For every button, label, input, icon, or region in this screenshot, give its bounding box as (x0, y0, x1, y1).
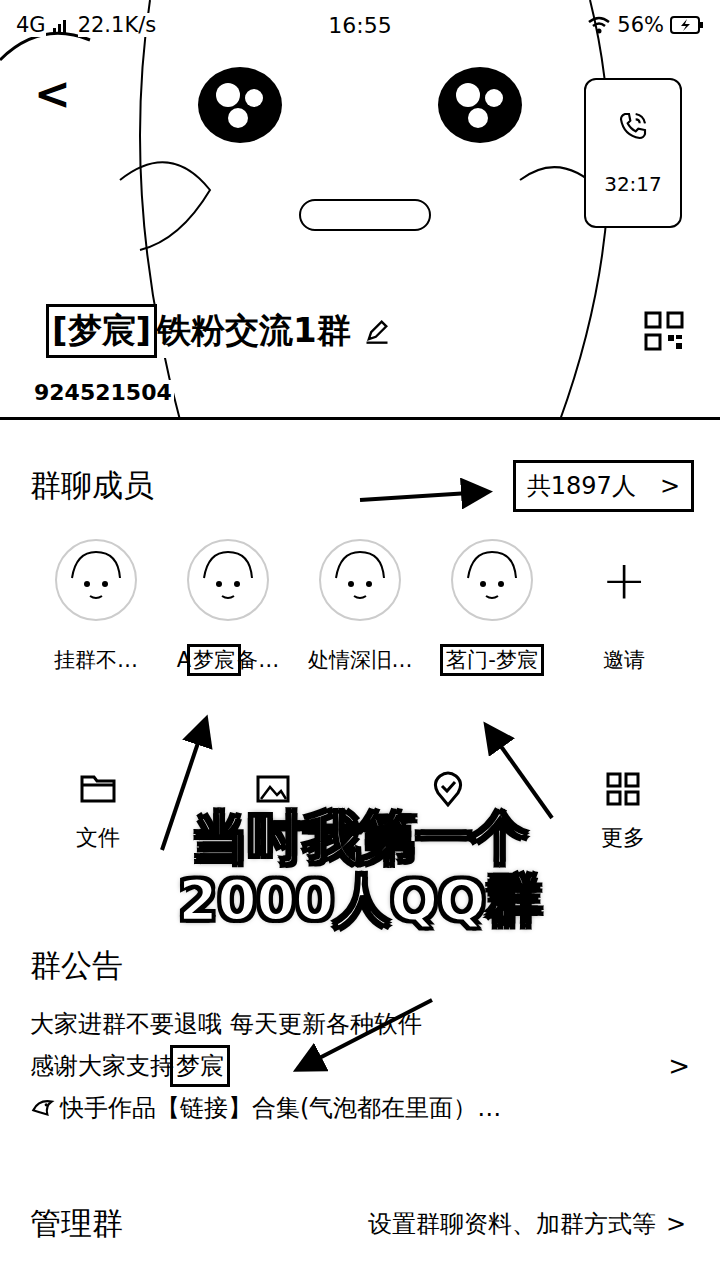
action-label: 更多 (601, 823, 645, 853)
edit-pencil-icon[interactable] (363, 317, 391, 345)
group-header: 4G 22.1K/s 16:55 56% < [梦宸] 铁粉交流1群 92452… (0, 0, 720, 420)
notice-line: 大家进群不要退哦 每天更新各种软件 (30, 1007, 501, 1041)
member-name: A梦宸备… (177, 646, 279, 674)
actions-section: 文件 更多 当时我第一个2000人QQ群 (0, 769, 720, 853)
group-name-part: [梦宸] (50, 308, 153, 354)
clock: 16:55 (328, 13, 391, 38)
member-item[interactable]: 处情深旧… (294, 538, 426, 674)
grid-icon (603, 769, 643, 809)
members-title: 群聊成员 (30, 465, 154, 507)
signal-icon (52, 16, 72, 34)
qr-code-icon[interactable] (644, 311, 684, 351)
invite-button[interactable]: + 邀请 (558, 538, 690, 674)
chevron-icon: > (660, 472, 680, 500)
member-avatar (186, 538, 270, 622)
kuaishou-icon (30, 1095, 56, 1121)
invite-label: 邀请 (603, 646, 645, 674)
image-icon (253, 769, 293, 809)
members-section: 群聊成员 共1897人> 挂群不… A梦宸备… 处情深旧… 茗门-梦宸 + 邀请 (0, 420, 720, 674)
phone-icon (617, 110, 649, 142)
member-name: 处情深旧… (308, 646, 413, 674)
chevron-icon: > (668, 1051, 690, 1081)
action-file[interactable]: 文件 (10, 769, 185, 853)
chevron-icon: > (666, 1210, 686, 1238)
back-button[interactable]: < (30, 68, 75, 119)
group-name[interactable]: [梦宸] 铁粉交流1群 (44, 304, 397, 358)
action-label: 文件 (76, 823, 120, 853)
status-bar: 4G 22.1K/s 16:55 56% (0, 0, 720, 50)
member-avatar (54, 538, 138, 622)
member-item[interactable]: 茗门-梦宸 (426, 538, 558, 674)
group-info-page: 4G 22.1K/s 16:55 56% < [梦宸] 铁粉交流1群 92452… (0, 0, 720, 1280)
network-speed: 22.1K/s (78, 13, 157, 37)
manage-hint: 设置群聊资料、加群方式等> (368, 1208, 686, 1240)
member-avatar (450, 538, 534, 622)
group-name-part: 铁粉交流1群 (157, 308, 351, 354)
folder-icon (78, 769, 118, 809)
member-item[interactable]: A梦宸备… (162, 538, 294, 674)
notice-line: 感谢大家支持梦宸 (30, 1049, 501, 1083)
group-number: 924521504 (32, 380, 174, 405)
manage-title: 管理群 (30, 1203, 123, 1245)
member-count[interactable]: 共1897人> (517, 464, 690, 508)
manage-row[interactable]: 管理群 设置群聊资料、加群方式等> (0, 1203, 720, 1245)
battery-level: 56% (617, 13, 664, 37)
notice-section[interactable]: 群公告 大家进群不要退哦 每天更新各种软件 感谢大家支持梦宸 快手作品【链接】合… (0, 945, 720, 1125)
call-duration: 32:17 (604, 172, 662, 196)
network-label: 4G (16, 13, 46, 37)
member-name: 挂群不… (54, 646, 138, 674)
plus-icon: + (582, 538, 666, 622)
member-item[interactable]: 挂群不… (30, 538, 162, 674)
notice-title: 群公告 (30, 945, 690, 987)
member-avatar (318, 538, 402, 622)
call-float-window[interactable]: 32:17 (584, 78, 682, 228)
notice-line: 快手作品【链接】合集(气泡都在里面）… (30, 1091, 501, 1125)
wifi-icon (587, 16, 611, 34)
member-name: 茗门-梦宸 (444, 646, 540, 674)
action-more[interactable]: 更多 (535, 769, 710, 853)
checkin-pin-icon (428, 769, 468, 809)
battery-icon (670, 16, 704, 34)
caption-overlay: 当时我第一个2000人QQ群 (0, 807, 720, 930)
annotation-arrows (0, 0, 720, 1280)
